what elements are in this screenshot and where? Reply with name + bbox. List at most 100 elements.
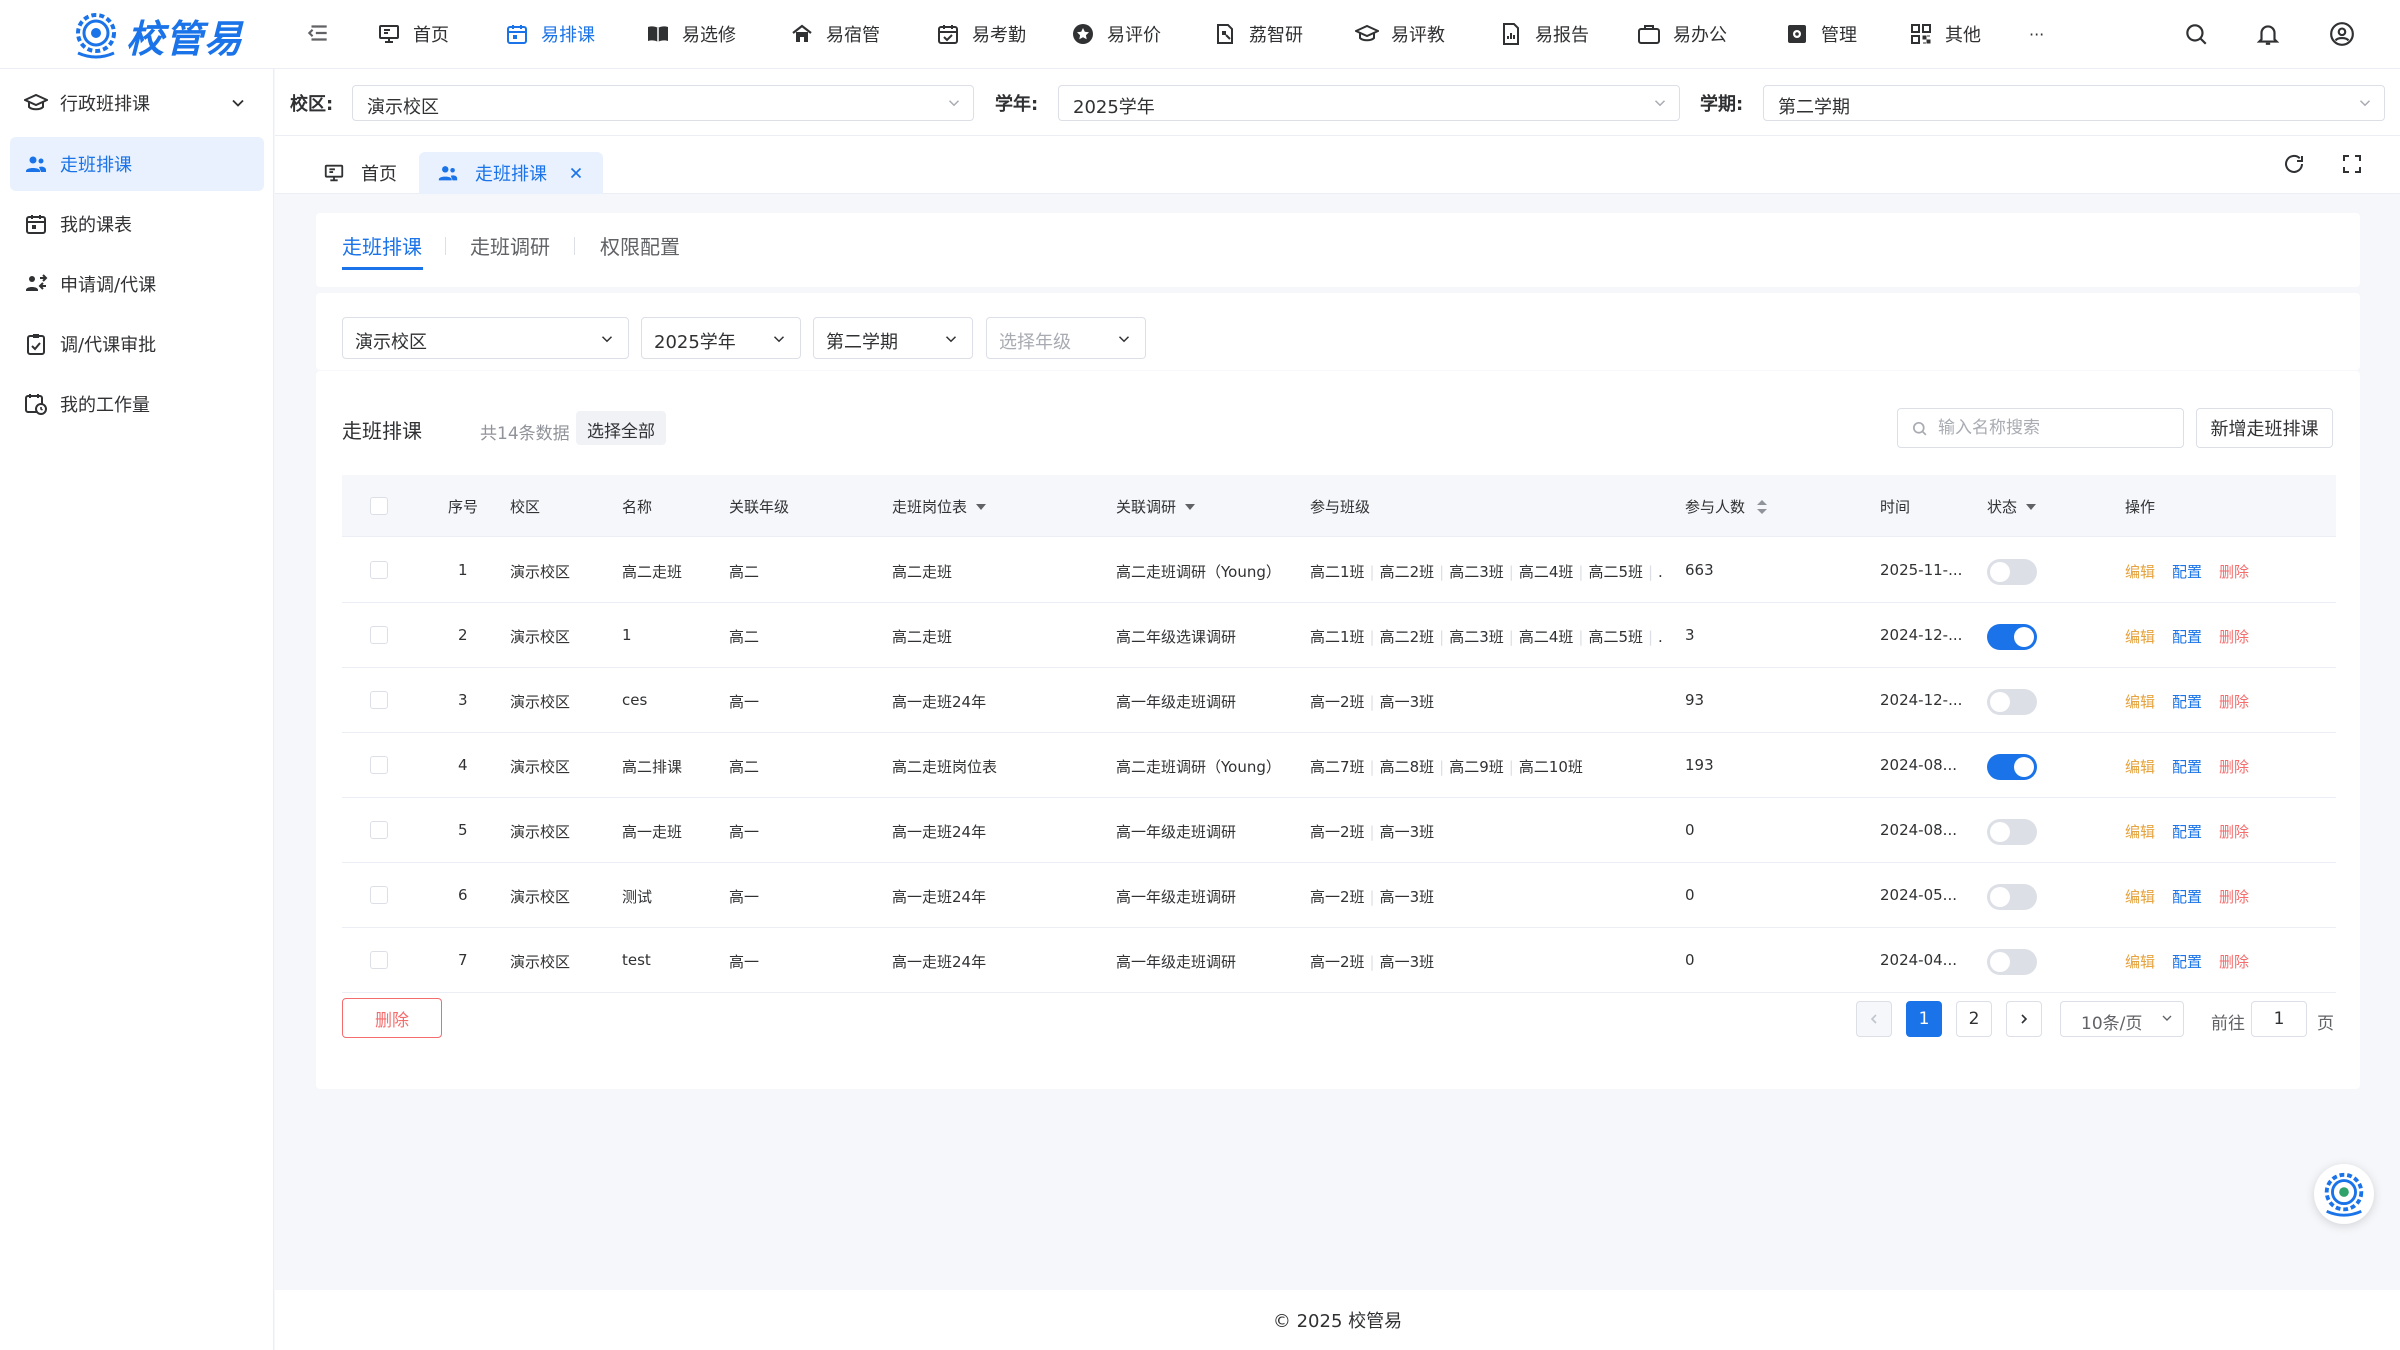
subtab-walking-schedule[interactable]: 走班排课 bbox=[342, 231, 422, 260]
config-button[interactable]: 配置 bbox=[2172, 951, 2202, 972]
nav-item-11[interactable]: 其他 bbox=[1909, 0, 1981, 68]
cell-people: 0 bbox=[1685, 951, 1695, 969]
delete-button[interactable]: 删除 bbox=[2219, 691, 2249, 712]
page-button-2[interactable]: 2 bbox=[1956, 1001, 1992, 1037]
config-button[interactable]: 配置 bbox=[2172, 691, 2202, 712]
nav-item-8[interactable]: 易报告 bbox=[1499, 0, 1589, 68]
sidebar-item-2[interactable]: 我的课表 bbox=[10, 197, 264, 251]
subtab-walking-survey[interactable]: 走班调研 bbox=[470, 231, 550, 260]
query-term-select[interactable]: 第二学期 bbox=[813, 317, 973, 359]
nav-item-6[interactable]: 荔智研 bbox=[1213, 0, 1303, 68]
batch-delete-button[interactable]: 删除 bbox=[342, 998, 442, 1038]
status-toggle[interactable] bbox=[1987, 949, 2037, 975]
row-checkbox[interactable] bbox=[370, 821, 388, 839]
edit-button[interactable]: 编辑 bbox=[2125, 821, 2155, 842]
delete-button[interactable]: 删除 bbox=[2219, 756, 2249, 777]
row-checkbox[interactable] bbox=[370, 886, 388, 904]
toggle-knob bbox=[1990, 692, 2010, 712]
delete-button[interactable]: 删除 bbox=[2219, 626, 2249, 647]
refresh-icon[interactable] bbox=[2282, 152, 2306, 176]
goto-page-input[interactable] bbox=[2251, 1001, 2307, 1037]
edit-button[interactable]: 编辑 bbox=[2125, 691, 2155, 712]
nav-item-7[interactable]: 易评教 bbox=[1355, 0, 1445, 68]
select-all-button[interactable]: 选择全部 bbox=[576, 411, 666, 445]
status-toggle[interactable] bbox=[1987, 559, 2037, 585]
config-button[interactable]: 配置 bbox=[2172, 821, 2202, 842]
filter-caret-icon[interactable] bbox=[1184, 501, 1196, 513]
config-button[interactable]: 配置 bbox=[2172, 561, 2202, 582]
name-search-input[interactable] bbox=[1897, 408, 2184, 448]
collapse-menu-icon[interactable] bbox=[305, 20, 331, 46]
user-profile-icon[interactable] bbox=[2329, 21, 2355, 47]
nav-item-9[interactable]: 易办公 bbox=[1637, 0, 1727, 68]
edit-button[interactable]: 编辑 bbox=[2125, 756, 2155, 777]
sidebar-item-3[interactable]: 申请调/代课 bbox=[10, 257, 264, 311]
nav-item-2[interactable]: 易选修 bbox=[646, 0, 736, 68]
col-header-people[interactable]: 参与人数 bbox=[1685, 496, 1769, 517]
status-toggle[interactable] bbox=[1987, 819, 2037, 845]
search-icon[interactable] bbox=[2183, 21, 2209, 47]
nav-item-4[interactable]: 易考勤 bbox=[936, 0, 1026, 68]
page-button-1[interactable]: 1 bbox=[1906, 1001, 1942, 1037]
row-checkbox[interactable] bbox=[370, 951, 388, 969]
page-size-select[interactable]: 10条/页 bbox=[2060, 1001, 2184, 1037]
status-toggle[interactable] bbox=[1987, 624, 2037, 650]
nav-item-1[interactable]: 易排课 bbox=[505, 0, 595, 68]
nav-item-0[interactable]: 首页 bbox=[377, 0, 449, 68]
delete-button[interactable]: 删除 bbox=[2219, 886, 2249, 907]
nav-item-3[interactable]: 易宿管 bbox=[790, 0, 880, 68]
nav-item-5[interactable]: 易评价 bbox=[1071, 0, 1161, 68]
col-header-label: 关联调研 bbox=[1116, 498, 1177, 516]
campus-select[interactable]: 演示校区 bbox=[352, 85, 974, 121]
status-toggle[interactable] bbox=[1987, 689, 2037, 715]
edit-button[interactable]: 编辑 bbox=[2125, 951, 2155, 972]
col-header-status[interactable]: 状态 bbox=[1987, 496, 2037, 517]
col-header-post-table[interactable]: 走班岗位表 bbox=[892, 496, 987, 517]
query-year-select[interactable]: 2025学年 bbox=[641, 317, 801, 359]
row-checkbox[interactable] bbox=[370, 561, 388, 579]
query-campus-select[interactable]: 演示校区 bbox=[342, 317, 629, 359]
separator: | bbox=[1578, 563, 1584, 581]
status-toggle[interactable] bbox=[1987, 754, 2037, 780]
close-icon[interactable] bbox=[567, 164, 585, 182]
sidebar-item-4[interactable]: 调/代课审批 bbox=[10, 317, 264, 371]
sort-icon[interactable] bbox=[1755, 498, 1769, 516]
row-checkbox[interactable] bbox=[370, 756, 388, 774]
sidebar-item-0[interactable]: 行政班排课 bbox=[10, 76, 264, 130]
edit-button[interactable]: 编辑 bbox=[2125, 561, 2155, 582]
prev-page-button[interactable] bbox=[1856, 1001, 1892, 1037]
class-tag: 高二10班 bbox=[1518, 758, 1583, 776]
filter-caret-icon[interactable] bbox=[975, 501, 987, 513]
config-button[interactable]: 配置 bbox=[2172, 756, 2202, 777]
config-button[interactable]: 配置 bbox=[2172, 886, 2202, 907]
delete-button[interactable]: 删除 bbox=[2219, 821, 2249, 842]
config-button[interactable]: 配置 bbox=[2172, 626, 2202, 647]
row-checkbox[interactable] bbox=[370, 691, 388, 709]
nav-more[interactable]: ··· bbox=[2029, 0, 2044, 68]
edit-button[interactable]: 编辑 bbox=[2125, 886, 2155, 907]
fullscreen-icon[interactable] bbox=[2340, 152, 2364, 176]
row-checkbox[interactable] bbox=[370, 626, 388, 644]
col-header-survey[interactable]: 关联调研 bbox=[1116, 496, 1196, 517]
floating-assistant-button[interactable] bbox=[2314, 1164, 2374, 1224]
bell-icon[interactable] bbox=[2255, 21, 2281, 47]
term-select[interactable]: 第二学期 bbox=[1763, 85, 2385, 121]
edit-button[interactable]: 编辑 bbox=[2125, 626, 2155, 647]
sidebar-item-5[interactable]: 我的工作量 bbox=[10, 377, 264, 431]
nav-item-10[interactable]: 管理 bbox=[1785, 0, 1857, 68]
select-all-checkbox[interactable] bbox=[370, 497, 388, 515]
separator: | bbox=[1647, 628, 1654, 646]
page-tab-walking-schedule[interactable]: 走班排课 bbox=[419, 152, 603, 194]
subtab-permission-config[interactable]: 权限配置 bbox=[600, 231, 680, 260]
query-grade-select[interactable]: 选择年级 bbox=[986, 317, 1146, 359]
filter-caret-icon[interactable] bbox=[2025, 501, 2037, 513]
delete-button[interactable]: 删除 bbox=[2219, 951, 2249, 972]
sidebar-item-1[interactable]: 走班排课 bbox=[10, 137, 264, 191]
next-page-button[interactable] bbox=[2006, 1001, 2042, 1037]
year-select[interactable]: 2025学年 bbox=[1058, 85, 1680, 121]
page-tab-home[interactable]: 首页 bbox=[305, 152, 415, 194]
delete-button[interactable]: 删除 bbox=[2219, 561, 2249, 582]
status-toggle[interactable] bbox=[1987, 884, 2037, 910]
add-walking-schedule-button[interactable]: 新增走班排课 bbox=[2196, 408, 2333, 448]
brand-logo[interactable]: 校管易 bbox=[70, 5, 245, 65]
